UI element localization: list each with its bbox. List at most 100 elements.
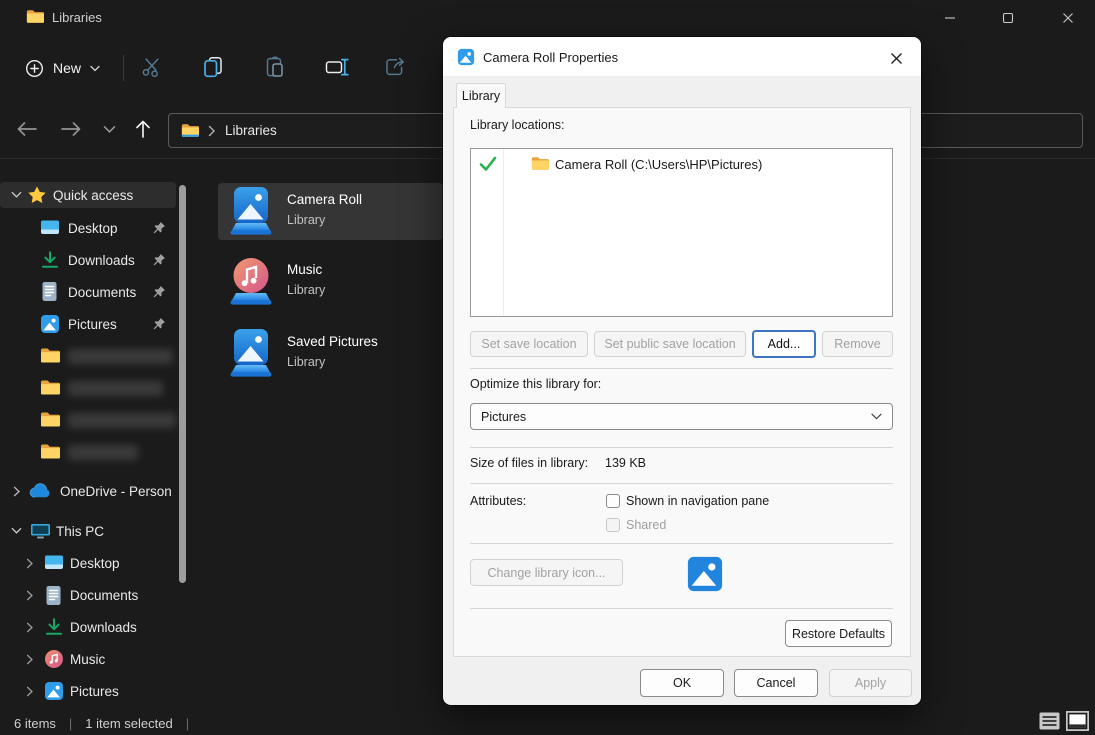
pin-icon — [152, 317, 166, 331]
this-pc-icon — [30, 522, 51, 540]
sidebar-item-quick-access[interactable]: Quick access — [0, 182, 176, 208]
sidebar-item-pictures-pinned[interactable]: Pictures — [0, 309, 176, 339]
sidebar-item-label: Documents — [70, 587, 139, 603]
large-icons-view-button[interactable] — [1064, 709, 1090, 733]
file-name: Saved Pictures — [287, 334, 378, 349]
sidebar-item-redacted-folder[interactable] — [0, 405, 176, 435]
toolbar-separator — [123, 55, 124, 81]
chevron-down-icon[interactable] — [8, 523, 24, 539]
tab-library[interactable]: Library — [456, 83, 506, 108]
optimize-dropdown[interactable]: Pictures — [470, 403, 893, 430]
sidebar-item-this-pc[interactable]: This PC — [0, 517, 176, 545]
sidebar-item-redacted-folder[interactable] — [0, 341, 176, 371]
camera-roll-properties-dialog: Camera Roll Properties Library Library l… — [443, 37, 921, 705]
sidebar-scrollbar[interactable] — [179, 185, 186, 583]
folder-icon — [181, 123, 199, 138]
sidebar-item-music[interactable]: Music — [0, 645, 176, 673]
sidebar-item-downloads[interactable]: Downloads — [0, 613, 176, 641]
button-label: Cancel — [756, 676, 796, 690]
minimize-button[interactable] — [930, 4, 970, 32]
file-item-music[interactable]: Music Library — [218, 253, 443, 310]
sidebar-item-label: Desktop — [68, 220, 118, 236]
downloads-icon — [44, 617, 64, 637]
sidebar-item-desktop[interactable]: Desktop — [0, 549, 176, 577]
cancel-button[interactable]: Cancel — [734, 669, 818, 697]
status-bar: 6 items | 1 item selected | — [0, 712, 1095, 735]
desktop-icon — [40, 219, 60, 237]
sidebar-item-pictures[interactable]: Pictures — [0, 677, 176, 705]
size-label: Size of files in library: — [470, 456, 589, 470]
recent-locations-button[interactable] — [96, 114, 122, 144]
sidebar-item-documents-pinned[interactable]: Documents — [0, 277, 176, 307]
close-icon — [1063, 13, 1073, 23]
documents-icon — [45, 585, 62, 606]
new-button-label: New — [53, 60, 82, 76]
rename-button[interactable] — [317, 48, 357, 86]
sidebar-item-downloads-pinned[interactable]: Downloads — [0, 245, 176, 275]
sidebar-item-label: Documents — [68, 284, 137, 300]
chevron-right-icon[interactable] — [22, 651, 38, 667]
library-locations-label: Library locations: — [470, 118, 565, 132]
cut-button[interactable] — [132, 48, 172, 86]
sidebar-item-desktop-pinned[interactable]: Desktop — [0, 213, 176, 243]
chevron-right-icon[interactable] — [22, 619, 38, 635]
pin-icon — [152, 285, 166, 299]
chevron-right-icon[interactable] — [22, 555, 38, 571]
items-count: 6 items — [14, 716, 56, 731]
shown-in-nav-pane-label[interactable]: Shown in navigation pane — [626, 494, 769, 508]
close-icon — [890, 52, 902, 64]
back-button[interactable] — [10, 114, 44, 144]
dialog-close-button[interactable] — [881, 45, 911, 71]
share-button[interactable] — [375, 48, 415, 86]
library-icon-preview — [686, 555, 724, 593]
breadcrumb[interactable]: Libraries — [225, 123, 277, 138]
sidebar-item-label: Downloads — [68, 252, 135, 268]
sidebar-item-documents[interactable]: Documents — [0, 581, 176, 609]
chevron-right-icon[interactable] — [9, 483, 25, 499]
separator — [470, 543, 893, 544]
library-locations-list[interactable]: Camera Roll (C:\Users\HP\Pictures) — [470, 148, 893, 317]
ok-button[interactable]: OK — [640, 669, 724, 697]
sidebar-item-redacted-folder[interactable] — [0, 373, 176, 403]
location-item[interactable]: Camera Roll (C:\Users\HP\Pictures) — [555, 157, 762, 172]
documents-icon — [41, 281, 58, 302]
plus-circle-icon — [25, 59, 44, 78]
sidebar-item-label: OneDrive - Person — [60, 483, 172, 499]
dialog-title: Camera Roll Properties — [483, 50, 619, 65]
music-library-icon — [227, 256, 275, 307]
set-public-save-location-button: Set public save location — [594, 331, 746, 357]
file-item-saved-pictures[interactable]: Saved Pictures Library — [218, 325, 443, 382]
selection-count: 1 item selected — [85, 716, 173, 731]
file-type: Library — [287, 213, 326, 227]
button-label: Restore Defaults — [791, 626, 886, 641]
pictures-library-icon — [227, 328, 275, 379]
chevron-down-icon[interactable] — [8, 187, 24, 203]
restore-defaults-button[interactable]: Restore Defaults — [785, 620, 892, 647]
details-view-button[interactable] — [1036, 709, 1062, 733]
pictures-library-icon — [227, 186, 275, 237]
up-button[interactable] — [126, 114, 160, 144]
star-icon — [27, 185, 47, 205]
forward-button[interactable] — [54, 114, 88, 144]
add-button[interactable]: Add... — [752, 330, 816, 358]
file-item-camera-roll[interactable]: Camera Roll Library — [218, 183, 443, 240]
large-icons-view-icon — [1065, 711, 1089, 731]
file-name: Music — [287, 262, 323, 277]
desktop-icon — [44, 554, 64, 572]
button-label: Set save location — [481, 337, 577, 351]
status-divider: | — [185, 716, 190, 731]
downloads-icon — [40, 250, 60, 270]
redacted-folder-name — [68, 444, 138, 460]
sidebar-item-redacted-folder[interactable] — [0, 437, 176, 467]
copy-button[interactable] — [193, 48, 233, 86]
close-button[interactable] — [1048, 4, 1088, 32]
chevron-right-icon[interactable] — [22, 683, 38, 699]
paste-button[interactable] — [255, 48, 295, 86]
shown-in-nav-pane-checkbox[interactable] — [606, 494, 620, 508]
sidebar-item-onedrive[interactable]: OneDrive - Person — [0, 477, 176, 505]
maximize-button[interactable] — [988, 4, 1028, 32]
size-value: 139 KB — [605, 456, 647, 470]
chevron-right-icon[interactable] — [22, 587, 38, 603]
new-button[interactable]: New — [14, 50, 112, 86]
status-divider: | — [68, 716, 73, 731]
